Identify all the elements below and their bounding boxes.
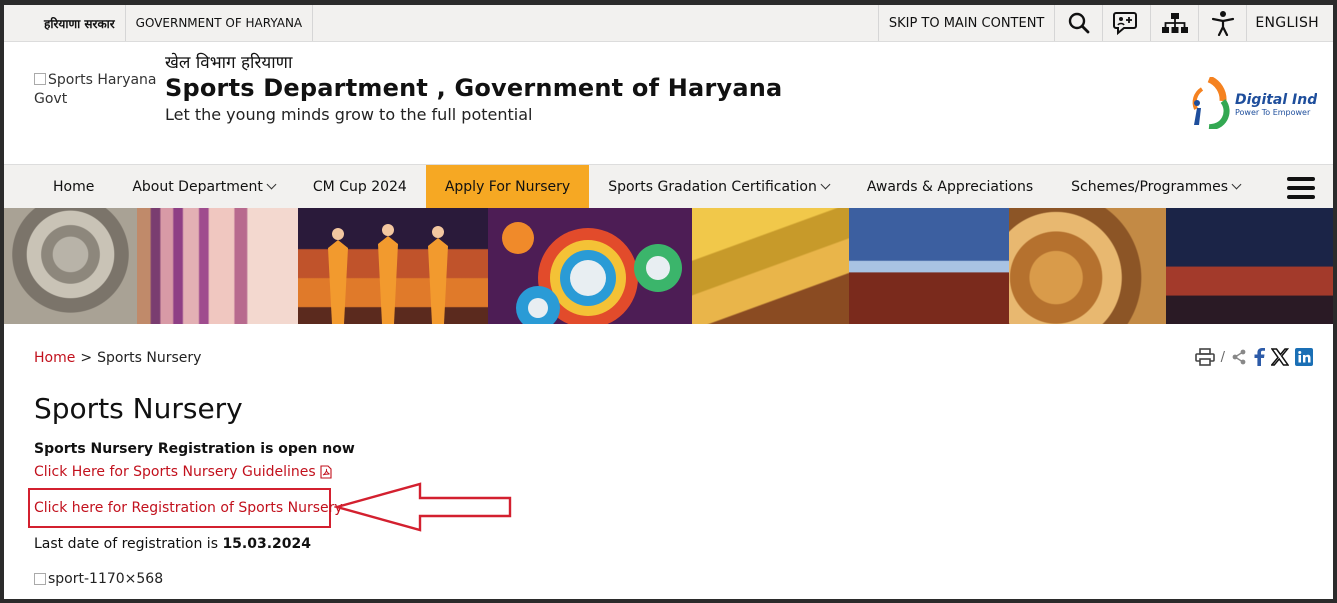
site-title-block: खेल विभाग हरियाणा Sports Department , Go… [165,50,782,124]
chevron-down-icon [820,179,831,190]
broken-image-icon [34,573,46,585]
search-icon[interactable] [1055,5,1104,41]
nav-label-cm-cup: CM Cup 2024 [312,178,407,195]
banner-painting-image [691,208,850,324]
nav-label-schemes: Schemes/Programmes [1071,178,1229,195]
annotation-arrow-icon [334,482,512,532]
last-date-text: Last date of registration is 15.03.2024 [34,536,311,552]
haryana-sarkar-label[interactable]: हरियाणा सरकार [4,5,126,41]
nav-item-schemes[interactable]: Schemes/Programmes [1052,165,1259,208]
culture-banner-collage [4,208,1333,324]
share-toolbar: / [1194,348,1313,366]
main-content: Home > Sports Nursery / Sports Nursery Spo… [4,324,1333,594]
banner-folk-dance-image [1166,208,1333,324]
breadcrumb-home-link[interactable]: Home [34,350,75,366]
digital-india-logo[interactable]: Digital India Power To Empower [1187,77,1317,129]
registration-status-text: Sports Nursery Registration is open now [34,441,355,457]
feedback-chat-icon[interactable] [1103,5,1152,41]
breadcrumb: Home > Sports Nursery [34,350,201,366]
nav-item-about-department[interactable]: About Department [113,165,294,208]
site-logo[interactable]: Sports Haryana Govt [34,71,159,109]
last-date-label: Last date of registration is [34,536,223,552]
government-of-haryana-link[interactable]: GOVERNMENT OF HARYANA [126,5,314,41]
sitemap-icon[interactable] [1151,5,1200,41]
nav-label-awards: Awards & Appreciations [866,178,1034,195]
nav-label-home: Home [53,178,95,195]
banner-mirror-work-image [487,208,692,324]
gov-bar-spacer [313,5,879,41]
guidelines-link-label: Click Here for Sports Nursery Guidelines [34,464,316,480]
linkedin-icon[interactable] [1295,348,1313,366]
chevron-down-icon [266,179,277,190]
guidelines-pdf-link[interactable]: Click Here for Sports Nursery Guidelines [34,464,332,480]
banner-snacks-image [1008,208,1167,324]
last-date-value: 15.03.2024 [222,536,312,552]
print-icon[interactable] [1194,348,1215,366]
main-navigation: Home About Department CM Cup 2024 Apply … [4,164,1333,208]
digital-india-name: Digital India [1235,92,1317,108]
browser-viewport: हरियाणा सरकार GOVERNMENT OF HARYANA SKIP… [4,5,1333,599]
nav-item-home[interactable]: Home [4,165,113,208]
hamburger-menu-icon[interactable] [1287,177,1315,199]
page-title: Sports Nursery [34,392,243,425]
accessibility-icon[interactable] [1199,5,1248,41]
share-icon[interactable] [1231,349,1247,365]
government-bar: हरियाणा सरकार GOVERNMENT OF HARYANA SKIP… [4,5,1333,42]
nav-item-awards[interactable]: Awards & Appreciations [848,165,1052,208]
registration-link[interactable]: Click here for Registration of Sports Nu… [34,500,343,516]
x-twitter-icon[interactable] [1271,348,1289,366]
breadcrumb-current: Sports Nursery [97,350,202,366]
banner-pillars-image [136,208,299,324]
skip-to-main-content-link[interactable]: SKIP TO MAIN CONTENT [879,5,1056,41]
broken-image-icon [34,73,46,85]
nav-label-about-department: About Department [132,178,263,195]
site-header: Sports Haryana Govt खेल विभाग हरियाणा Sp… [4,42,1333,164]
facebook-icon[interactable] [1253,348,1265,366]
site-logo-alt-text: Sports Haryana Govt [34,72,157,107]
nav-item-cm-cup[interactable]: CM Cup 2024 [294,165,426,208]
share-separator: / [1220,349,1225,365]
site-tagline: Let the young minds grow to the full pot… [165,105,533,124]
language-selector[interactable]: ENGLISH [1247,5,1333,41]
banner-dancers-image [298,208,488,324]
site-title-hindi: खेल विभाग हरियाणा [165,53,293,73]
banner-carving-image [4,208,137,324]
nav-label-apply-for-nursery: Apply For Nursery [444,178,571,195]
banner-musicians-image [849,208,1009,324]
nav-item-apply-for-nursery[interactable]: Apply For Nursery [425,165,590,208]
nav-item-sports-gradation[interactable]: Sports Gradation Certification [589,165,848,208]
site-title[interactable]: Sports Department , Government of Haryan… [165,74,782,102]
breadcrumb-separator: > [80,350,93,366]
nav-label-sports-gradation: Sports Gradation Certification [608,178,817,195]
chevron-down-icon [1231,179,1242,190]
sport-image: sport-1170×568 [34,571,163,587]
digital-india-tagline: Power To Empower [1235,108,1311,117]
pdf-icon [320,465,332,479]
sport-image-alt-text: sport-1170×568 [48,571,164,587]
